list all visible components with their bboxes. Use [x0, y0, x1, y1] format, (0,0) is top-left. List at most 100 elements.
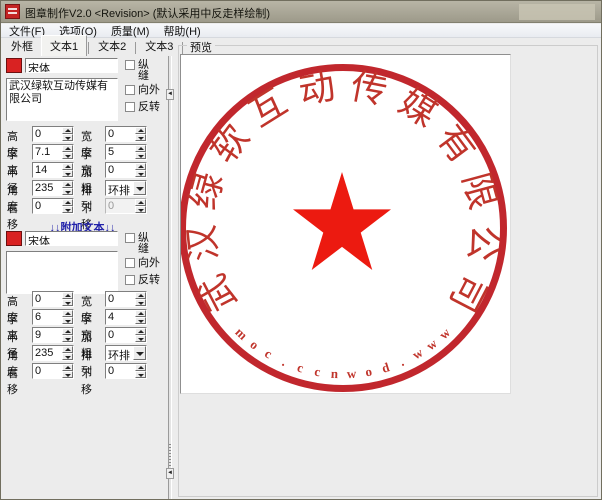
spin-up-icon[interactable] [62, 328, 73, 335]
checkbox-label: 纵缝 [138, 60, 151, 82]
tab-文本1[interactable]: 文本1 [41, 35, 87, 56]
field-value: 0 [108, 365, 114, 377]
spin-up-icon[interactable] [135, 364, 146, 371]
spin-down-icon[interactable] [135, 206, 146, 213]
spin-down-icon[interactable] [135, 371, 146, 378]
spin-down-icon[interactable] [62, 152, 73, 159]
font-name-field[interactable]: 宋体 [25, 58, 118, 73]
reverse-checkbox: 反转 [125, 102, 160, 113]
field-value: 0 [108, 164, 114, 176]
spin-up-icon[interactable] [62, 199, 73, 206]
spin-field[interactable]: 0 [32, 126, 74, 142]
dropdown-arrow-icon[interactable] [133, 181, 146, 195]
spinner-control [135, 145, 146, 159]
spin-up-icon[interactable] [62, 145, 73, 152]
seal-character: 公 [463, 223, 503, 263]
spin-field[interactable]: 0 [105, 363, 147, 379]
checkbox[interactable] [125, 85, 135, 95]
spin-down-icon[interactable] [135, 299, 146, 306]
spin-down-icon[interactable] [62, 170, 73, 177]
title-bar[interactable]: 图章制作V2.0 <Revision> (默认采用中反走样绘制) [1, 1, 602, 23]
color-swatch[interactable] [6, 231, 22, 246]
spin-up-icon[interactable] [135, 328, 146, 335]
checkbox[interactable] [125, 60, 135, 70]
spin-field[interactable]: 0 [105, 198, 147, 214]
splitter-rail[interactable] [168, 56, 172, 500]
spin-field[interactable]: 4 [105, 309, 147, 325]
spin-field[interactable]: 0 [105, 162, 147, 178]
spin-down-icon[interactable] [135, 170, 146, 177]
spin-down-icon[interactable] [135, 152, 146, 159]
checkbox[interactable] [125, 258, 135, 268]
spin-up-icon[interactable] [62, 346, 73, 353]
spin-field[interactable]: 235 [32, 180, 74, 196]
spin-down-icon[interactable] [62, 317, 73, 324]
color-swatch[interactable] [6, 58, 22, 73]
dropdown-arrow-icon[interactable] [133, 346, 146, 360]
checkbox-label: 向外 [138, 85, 160, 96]
spin-field[interactable]: 235 [32, 345, 74, 361]
spin-field[interactable]: 0 [32, 198, 74, 214]
seal-text-input[interactable] [6, 251, 118, 294]
arrange-dropdown[interactable]: 环排 [105, 345, 147, 361]
spin-field[interactable]: 0 [105, 291, 147, 307]
splitter-grip[interactable] [169, 444, 171, 466]
spin-down-icon[interactable] [135, 335, 146, 342]
spin-up-icon[interactable] [62, 310, 73, 317]
spin-up-icon[interactable] [135, 145, 146, 152]
spin-field[interactable]: 0 [105, 327, 147, 343]
spin-field[interactable]: 0 [32, 363, 74, 379]
spin-down-icon[interactable] [62, 371, 73, 378]
spin-field[interactable]: 7.1 [32, 144, 74, 160]
checkbox-label: 反转 [138, 102, 160, 113]
field-value: 0 [35, 293, 41, 305]
arrange-dropdown[interactable]: 环排 [105, 180, 147, 196]
checkbox-label: 向外 [138, 258, 160, 269]
spin-up-icon[interactable] [135, 199, 146, 206]
spin-down-icon[interactable] [62, 188, 73, 195]
spin-field[interactable]: 9 [32, 327, 74, 343]
spin-field[interactable]: 6 [32, 309, 74, 325]
tab-外框[interactable]: 外框 [3, 37, 41, 56]
window-title: 图章制作V2.0 <Revision> (默认采用中反走样绘制) [25, 5, 270, 21]
spin-field[interactable]: 0 [105, 126, 147, 142]
checkbox[interactable] [125, 233, 135, 243]
checkbox[interactable] [125, 275, 135, 285]
spin-up-icon[interactable] [135, 163, 146, 170]
spin-up-icon[interactable] [135, 310, 146, 317]
spin-down-icon[interactable] [135, 134, 146, 141]
window-controls-area[interactable] [519, 4, 595, 20]
outward-checkbox: 向外 [125, 85, 160, 96]
spin-up-icon[interactable] [62, 181, 73, 188]
spin-down-icon[interactable] [62, 353, 73, 360]
collapse-left-icon[interactable]: ◄ [166, 468, 174, 479]
seal-url-character: o [361, 364, 376, 379]
tab-文本3[interactable]: 文本3 [137, 37, 181, 56]
field-label: 下移 [81, 365, 92, 397]
spin-field[interactable]: 5 [105, 144, 147, 160]
field-value: 0 [108, 200, 114, 212]
spinner-control [135, 292, 146, 306]
checkbox[interactable] [125, 102, 135, 112]
spin-down-icon[interactable] [62, 206, 73, 213]
spin-down-icon[interactable] [135, 317, 146, 324]
spin-up-icon[interactable] [135, 292, 146, 299]
spin-up-icon[interactable] [62, 163, 73, 170]
collapse-left-icon[interactable]: ◄ [166, 89, 174, 100]
panel-splitter[interactable]: ◄ ◄ [165, 56, 175, 500]
spin-up-icon[interactable] [135, 127, 146, 134]
spin-field[interactable]: 0 [32, 291, 74, 307]
preview-group-label: 预览 [187, 39, 215, 55]
spin-up-icon[interactable] [62, 127, 73, 134]
spin-down-icon[interactable] [62, 134, 73, 141]
tab-文本2[interactable]: 文本2 [90, 37, 134, 56]
spin-up-icon[interactable] [62, 364, 73, 371]
spin-up-icon[interactable] [62, 292, 73, 299]
spinner-control [62, 163, 73, 177]
spin-down-icon[interactable] [62, 299, 73, 306]
spin-down-icon[interactable] [62, 335, 73, 342]
font-name-field[interactable]: 宋体 [25, 231, 118, 246]
seal-text-input[interactable]: 武汉绿软互动传媒有限公司 [6, 78, 118, 121]
spinner-control [135, 199, 146, 213]
spin-field[interactable]: 14 [32, 162, 74, 178]
